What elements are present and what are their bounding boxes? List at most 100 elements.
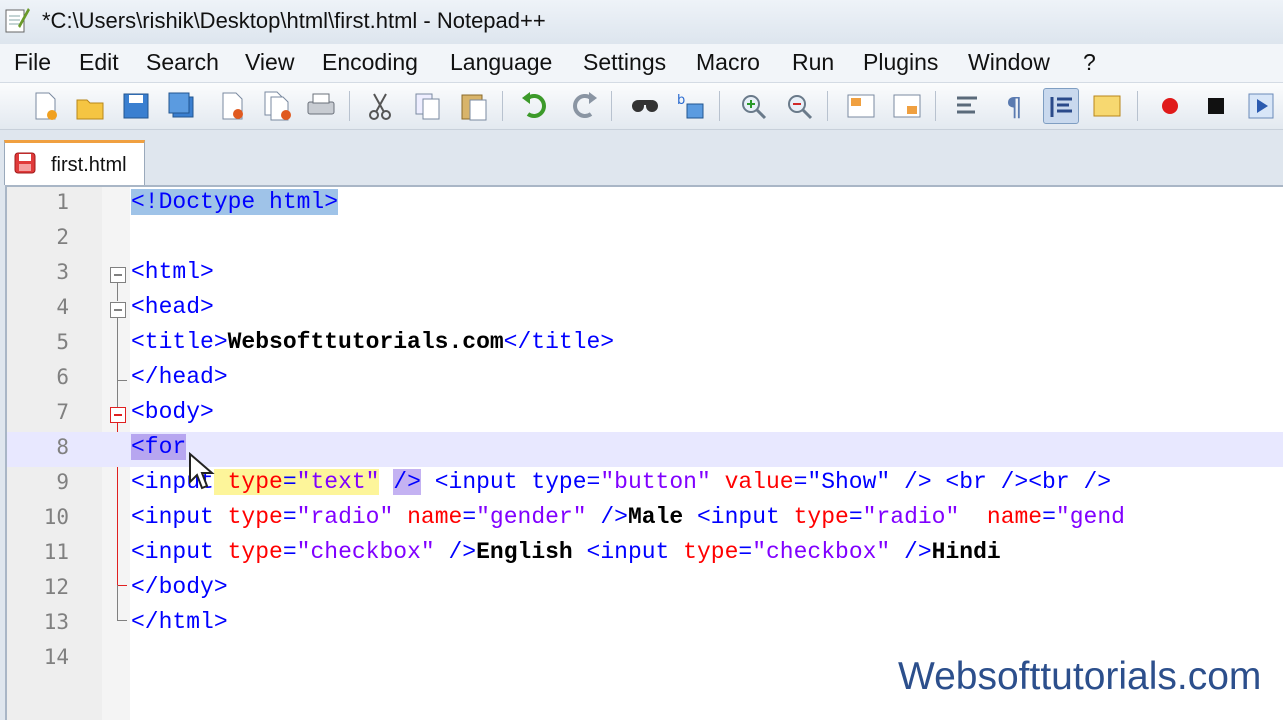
tag-tail: ="Show" /> <br /><br />: [793, 469, 1112, 495]
label-text: Male: [627, 504, 684, 530]
toolbar: b ¶: [0, 83, 1283, 130]
menu-settings[interactable]: Settings: [583, 49, 666, 76]
find-icon[interactable]: [627, 88, 663, 124]
line-number: 6: [56, 365, 69, 389]
tab-first-html[interactable]: first.html: [4, 140, 145, 185]
html-tag: <html>: [131, 259, 214, 285]
code-text: <input type="radio" name="gender" />Male…: [131, 504, 1125, 530]
code-line[interactable]: 7 <body>: [7, 397, 1283, 432]
code-line[interactable]: 6 </head>: [7, 362, 1283, 397]
open-file-icon[interactable]: [72, 88, 108, 124]
code-line[interactable]: 10 <input type="radio" name="gender" />M…: [7, 502, 1283, 537]
show-all-characters-icon[interactable]: ¶: [997, 88, 1033, 124]
copy-icon[interactable]: [410, 88, 446, 124]
menu-plugins[interactable]: Plugins: [863, 49, 938, 76]
paste-icon[interactable]: [456, 88, 492, 124]
input-tag: <input: [586, 539, 684, 565]
line-number: 7: [56, 400, 69, 424]
equals: =: [848, 504, 863, 530]
mouse-pointer-icon: [188, 451, 216, 497]
new-file-icon[interactable]: [27, 88, 63, 124]
menu-window[interactable]: Window: [968, 49, 1050, 76]
sync-horizontal-icon[interactable]: [889, 88, 925, 124]
user-language-icon[interactable]: [1089, 88, 1125, 124]
toolbar-separator: [502, 91, 503, 121]
menu-run[interactable]: Run: [792, 49, 834, 76]
tab-bar: first.html: [0, 130, 1283, 185]
attr-name: name: [986, 504, 1043, 530]
attr-type: type: [793, 504, 849, 530]
code-text: <input type="checkbox" />English <input …: [131, 539, 1001, 565]
line-number: 10: [43, 505, 69, 529]
attr-value: "gender": [476, 504, 587, 530]
code-text: <title>Websofttutorials.com</title>: [131, 329, 614, 355]
save-all-icon[interactable]: [164, 88, 200, 124]
menu-search[interactable]: Search: [146, 49, 219, 76]
tab-label: first.html: [51, 154, 127, 176]
head-close-tag: </head>: [131, 364, 228, 390]
attr-type: type: [213, 469, 283, 495]
head-tag: <head>: [131, 294, 214, 320]
code-line[interactable]: 12 </body>: [7, 572, 1283, 607]
input-tag: <input type=: [420, 469, 601, 495]
self-close: />: [448, 539, 477, 565]
attr-value: "radio": [296, 504, 394, 530]
menu-view[interactable]: View: [245, 49, 294, 76]
self-close: />: [904, 539, 932, 565]
zoom-out-icon[interactable]: [781, 88, 817, 124]
menu-encoding[interactable]: Encoding: [322, 49, 418, 76]
replace-icon[interactable]: b: [673, 88, 709, 124]
word-wrap-icon[interactable]: [951, 88, 987, 124]
code-text: </body>: [131, 574, 228, 600]
menu-help[interactable]: ?: [1083, 49, 1096, 76]
attr-value: "text": [296, 469, 380, 495]
attr-value: "button": [600, 469, 711, 495]
menu-bar: File Edit Search View Encoding Language …: [0, 44, 1283, 83]
title-text: Websofttutorials.com: [227, 329, 504, 355]
line-number: 11: [43, 540, 69, 564]
redo-icon[interactable]: [565, 88, 601, 124]
print-icon[interactable]: [303, 88, 339, 124]
cut-icon[interactable]: [362, 88, 398, 124]
body-close-tag: </body>: [131, 574, 228, 600]
equals: =: [282, 469, 297, 495]
line-number: 1: [56, 190, 69, 214]
undo-icon[interactable]: [518, 88, 554, 124]
code-line[interactable]: 4 <head>: [7, 292, 1283, 327]
label-text: English: [476, 539, 573, 565]
line-number: 14: [43, 645, 69, 669]
zoom-in-icon[interactable]: [735, 88, 771, 124]
typed-tag-fragment: <for: [131, 434, 187, 460]
code-text: </html>: [131, 609, 228, 635]
sync-vertical-icon[interactable]: [843, 88, 879, 124]
code-line[interactable]: 1 <!Doctype html>: [7, 187, 1283, 222]
code-line[interactable]: 2: [7, 222, 1283, 257]
stop-recording-icon[interactable]: [1198, 88, 1234, 124]
svg-text:b: b: [677, 93, 685, 108]
input-tag: <input: [131, 539, 228, 565]
menu-file[interactable]: File: [14, 49, 51, 76]
code-line[interactable]: 3 <html>: [7, 257, 1283, 292]
attr-name: name: [407, 504, 463, 530]
close-all-icon[interactable]: [260, 88, 296, 124]
toolbar-separator: [349, 91, 350, 121]
attr-value: "checkbox": [296, 539, 435, 565]
notepad-app-icon: [4, 6, 30, 34]
indent-guide-icon[interactable]: [1043, 88, 1079, 124]
toolbar-separator: [1137, 91, 1138, 121]
code-text: </head>: [131, 364, 228, 390]
record-macro-icon[interactable]: [1152, 88, 1188, 124]
code-line[interactable]: 5 <title>Websofttutorials.com</title>: [7, 327, 1283, 362]
menu-macro[interactable]: Macro: [696, 49, 760, 76]
line-number: 8: [56, 435, 69, 459]
code-line[interactable]: 11 <input type="checkbox" />English <inp…: [7, 537, 1283, 572]
attr-value: "checkbox": [752, 539, 891, 565]
menu-language[interactable]: Language: [450, 49, 552, 76]
close-icon[interactable]: [214, 88, 250, 124]
menu-edit[interactable]: Edit: [79, 49, 119, 76]
code-line[interactable]: 13 </html>: [7, 607, 1283, 642]
playback-macro-icon[interactable]: [1244, 88, 1280, 124]
save-icon[interactable]: [118, 88, 154, 124]
code-text: <!Doctype html>: [131, 189, 339, 215]
html-close-tag: </html>: [131, 609, 228, 635]
